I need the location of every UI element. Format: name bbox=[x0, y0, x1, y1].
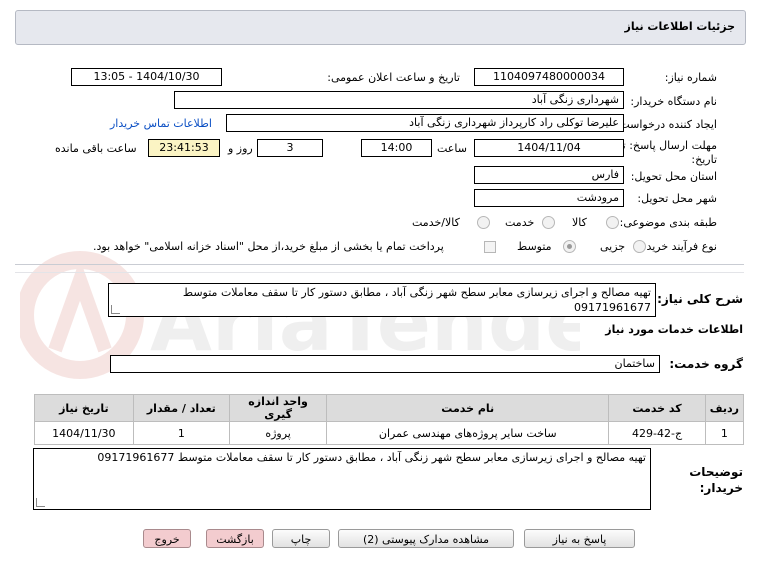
back-button[interactable]: بازگشت bbox=[206, 529, 264, 548]
category-radio-service[interactable] bbox=[542, 216, 555, 229]
city-label: شهر محل تحویل: bbox=[637, 192, 717, 205]
need-number-label: شماره نیاز: bbox=[664, 71, 717, 84]
creator-field: علیرضا توکلی راد کارپرداز شهرداری زنگی آ… bbox=[226, 114, 624, 132]
buyer-notes-text: تهیه مصالح و اجرای زیرسازی معابر سطح شهر… bbox=[97, 451, 646, 464]
days-label: روز و bbox=[228, 142, 253, 155]
resize-handle[interactable] bbox=[111, 305, 120, 314]
remaining-time-field: 23:41:53 bbox=[148, 139, 220, 157]
attachments-button[interactable]: مشاهده مدارک پیوستی (2) bbox=[338, 529, 514, 548]
cell-need-date: 1404/11/30 bbox=[34, 421, 134, 445]
buyer-org-label: نام دستگاه خریدار: bbox=[630, 95, 717, 108]
deadline-time-field: 14:00 bbox=[361, 139, 432, 157]
buyer-notes-label: توضیحات bbox=[689, 465, 743, 479]
buyer-notes-label-2: خریدار: bbox=[699, 481, 743, 495]
treasury-checkbox[interactable] bbox=[484, 241, 496, 253]
summary-field: تهیه مصالح و اجرای زیرسازی معابر سطح شهر… bbox=[108, 283, 656, 317]
days-field: 3 bbox=[257, 139, 323, 157]
category-option-service: خدمت bbox=[505, 216, 535, 229]
remaining-label: ساعت باقی مانده bbox=[55, 142, 137, 155]
cell-row: 1 bbox=[704, 421, 745, 445]
creator-label: ایجاد کننده درخواست: bbox=[615, 118, 717, 131]
service-group-field: ساختمان bbox=[110, 355, 660, 373]
exit-button[interactable]: خروج bbox=[143, 529, 191, 548]
col-service-code: کد خدمت bbox=[608, 394, 706, 422]
deadline-label-2: تاریخ: bbox=[691, 153, 717, 166]
announce-field: 1404/10/30 - 13:05 bbox=[71, 68, 222, 86]
payment-note: پرداخت تمام یا بخشی از مبلغ خرید،از محل … bbox=[93, 240, 444, 253]
col-unit: واحد اندازه گیری bbox=[228, 394, 328, 422]
category-radio-goods-service[interactable] bbox=[477, 216, 490, 229]
announce-label: تاریخ و ساعت اعلان عمومی: bbox=[327, 71, 460, 84]
cell-service-code: ج-42-429 bbox=[608, 421, 706, 445]
cell-unit: پروژه bbox=[228, 421, 328, 445]
buyer-org-field: شهرداری زنگی آباد bbox=[174, 91, 624, 109]
col-row: ردیف bbox=[704, 394, 745, 422]
summary-label: شرح کلی نیاز: bbox=[657, 292, 743, 306]
process-label: نوع فرآیند خرید : bbox=[639, 240, 717, 253]
section-divider-2 bbox=[15, 272, 744, 273]
page-header: جزئیات اطلاعات نیاز bbox=[15, 10, 746, 45]
deadline-date-field: 1404/11/04 bbox=[474, 139, 624, 157]
process-radio-medium[interactable] bbox=[563, 240, 576, 253]
services-table: ردیف کد خدمت نام خدمت واحد اندازه گیری ت… bbox=[34, 394, 745, 445]
table-header-row: ردیف کد خدمت نام خدمت واحد اندازه گیری ت… bbox=[34, 394, 745, 422]
services-section-title: اطلاعات خدمات مورد نیاز bbox=[605, 323, 743, 336]
buyer-notes-field: تهیه مصالح و اجرای زیرسازی معابر سطح شهر… bbox=[33, 448, 651, 510]
reply-button[interactable]: پاسخ به نیاز bbox=[524, 529, 635, 548]
section-divider bbox=[15, 264, 744, 265]
resize-handle[interactable] bbox=[36, 498, 45, 507]
time-label: ساعت bbox=[437, 142, 467, 155]
process-option-minor: جزیی bbox=[600, 240, 626, 253]
col-need-date: تاریخ نیاز bbox=[34, 394, 134, 422]
process-option-medium: متوسط bbox=[517, 240, 552, 253]
cell-service-name: ساخت سایر پروژه‌های مهندسی عمران bbox=[326, 421, 610, 445]
category-option-goods-service: کالا/خدمت bbox=[412, 216, 460, 229]
process-radio-minor[interactable] bbox=[633, 240, 646, 253]
service-group-label: گروه خدمت: bbox=[669, 357, 743, 371]
need-number-field: 1104097480000034 bbox=[474, 68, 624, 86]
print-button[interactable]: چاپ bbox=[272, 529, 330, 548]
contact-buyer-link[interactable]: اطلاعات تماس خریدار bbox=[110, 117, 212, 130]
cell-quantity: 1 bbox=[132, 421, 230, 445]
summary-text: تهیه مصالح و اجرای زیرسازی معابر سطح شهر… bbox=[182, 286, 651, 314]
province-label: استان محل تحویل: bbox=[630, 170, 717, 183]
category-label: طبقه بندی موضوعی: bbox=[619, 216, 717, 229]
col-quantity: تعداد / مقدار bbox=[132, 394, 230, 422]
category-radio-goods[interactable] bbox=[606, 216, 619, 229]
deadline-label: مهلت ارسال پاسخ: تا bbox=[619, 139, 717, 152]
category-option-goods: کالا bbox=[572, 216, 587, 229]
page-title: جزئیات اطلاعات نیاز bbox=[624, 20, 736, 33]
col-service-name: نام خدمت bbox=[326, 394, 610, 422]
province-field: فارس bbox=[474, 166, 624, 184]
table-row: 1 ج-42-429 ساخت سایر پروژه‌های مهندسی عم… bbox=[34, 421, 745, 445]
city-field: مرودشت bbox=[474, 189, 624, 207]
